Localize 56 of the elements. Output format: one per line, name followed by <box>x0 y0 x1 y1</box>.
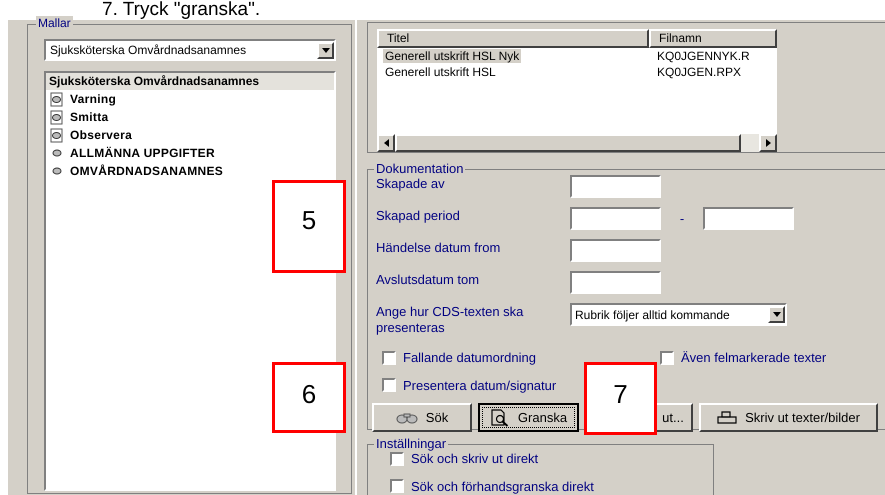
action-button[interactable]: ut... <box>655 403 693 432</box>
checkbox-label: Fallande datumordning <box>403 349 536 367</box>
tree-item[interactable]: OMVÅRDNADSANAMNES <box>70 162 224 180</box>
column-header[interactable]: Filnamn <box>649 29 777 48</box>
tree-header: Sjuksköterska Omvårdnadsanamnes <box>46 73 334 90</box>
group-legend: Inställningar <box>374 436 448 451</box>
field-label: Skapad period <box>376 207 461 224</box>
report-filename: KQ0JGEN.RPX <box>656 64 742 81</box>
document-gem-icon <box>50 92 64 106</box>
report-title[interactable]: Generell utskrift HSL Nyk <box>383 49 522 63</box>
input-field[interactable] <box>570 271 661 294</box>
checkbox-label: Sök och skriv ut direkt <box>411 451 538 468</box>
gem-icon <box>50 166 64 176</box>
instruction-heading: 7. Tryck "granska". <box>102 0 260 20</box>
scroll-right-icon[interactable] <box>759 134 777 152</box>
document-gem-icon <box>50 128 64 142</box>
group-legend: Dokumentation <box>374 161 466 176</box>
callout-number: 6 <box>272 362 346 433</box>
input-field[interactable] <box>570 239 661 262</box>
range-separator: - <box>678 210 686 228</box>
action-button[interactable]: Skriv ut texter/bilder <box>699 403 878 432</box>
tree-item[interactable]: Smitta <box>70 108 108 126</box>
tree-item[interactable]: Varning <box>70 90 116 108</box>
action-button[interactable]: Sök <box>372 403 472 432</box>
field-label: Skapade av <box>376 175 446 192</box>
presentation-dropdown[interactable]: Rubrik följer alltid kommande <box>570 303 787 326</box>
field-label: Ange hur CDS-texten ska presenteras <box>376 303 524 336</box>
checkbox[interactable] <box>382 378 396 392</box>
checkbox-label: Sök och förhandsgranska direkt <box>411 478 594 495</box>
gem-icon <box>50 148 64 158</box>
group-legend: Mallar <box>36 16 73 30</box>
tree-item[interactable]: ALLMÄNNA UPPGIFTER <box>70 144 215 162</box>
checkbox[interactable] <box>390 452 404 466</box>
binoculars-icon <box>396 412 418 424</box>
field-label: Avslutsdatum tom <box>376 271 480 288</box>
callout-number: 5 <box>272 180 346 273</box>
checkbox[interactable] <box>382 350 396 365</box>
input-field[interactable] <box>570 207 661 230</box>
template-dropdown[interactable]: Sjuksköterska Omvårdnadsanamnes <box>44 39 336 61</box>
checkbox[interactable] <box>390 479 404 494</box>
scroll-left-icon[interactable] <box>377 134 395 152</box>
tree-item[interactable]: Observera <box>70 126 132 144</box>
checkbox-label: Även felmarkerade texter <box>681 349 826 367</box>
action-button[interactable]: Granska <box>478 403 579 432</box>
report-filename: KQ0JGENNYK.R <box>656 48 750 65</box>
checkbox-label: Presentera datum/signatur <box>403 376 556 395</box>
report-title[interactable]: Generell utskrift HSL <box>383 65 498 79</box>
input-field[interactable] <box>570 175 661 198</box>
printer-icon <box>717 410 738 424</box>
field-label: Händelse datum from <box>376 239 502 256</box>
callout-number: 7 <box>584 362 657 435</box>
magnifier-page-icon <box>490 408 510 426</box>
column-header[interactable]: Titel <box>377 29 649 48</box>
input-field[interactable] <box>703 207 794 230</box>
checkbox[interactable] <box>660 350 674 365</box>
document-gem-icon <box>50 110 64 124</box>
